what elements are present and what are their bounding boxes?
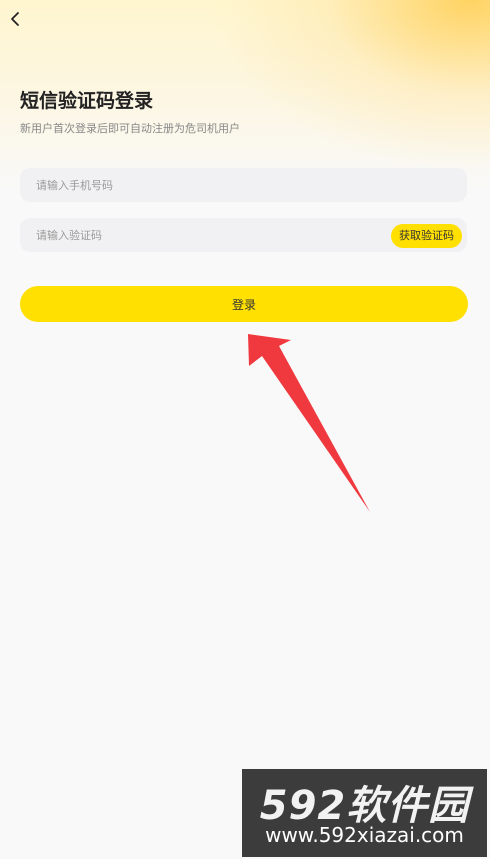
verification-code-input[interactable] (36, 218, 366, 252)
login-button[interactable]: 登录 (20, 286, 468, 322)
code-field[interactable]: 获取验证码 (20, 218, 467, 252)
page-title: 短信验证码登录 (20, 90, 154, 112)
phone-input[interactable] (36, 168, 366, 202)
get-code-button[interactable]: 获取验证码 (391, 224, 462, 248)
page-subtitle: 新用户首次登录后即可自动注册为危司机用户 (20, 122, 240, 135)
watermark: 592软件园 www.592xiazai.com (242, 769, 487, 857)
phone-field[interactable] (20, 168, 467, 202)
chevron-left-icon (11, 12, 19, 26)
arrow-shape (248, 334, 370, 512)
watermark-url: www.592xiazai.com (265, 823, 464, 847)
back-button[interactable] (4, 8, 26, 30)
